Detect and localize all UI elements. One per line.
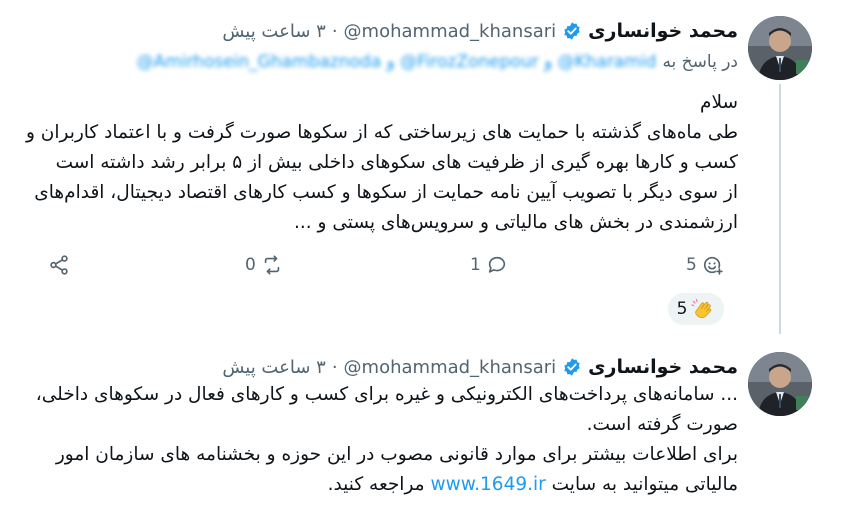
comment-icon <box>488 256 505 273</box>
separator-dot: · <box>331 356 338 378</box>
clapping-hands-icon <box>691 298 712 319</box>
tweet-line: ... سامانه‌های پرداخت‌های الکترونیکی و غ… <box>35 384 738 405</box>
separator-dot: · <box>331 20 338 42</box>
author-avatar[interactable] <box>748 352 812 416</box>
tweet-line: طی ماه‌های گذشته با حمایت های زیرساختی ک… <box>25 122 738 143</box>
tweet-1[interactable]: محمد خوانساری @mohammad_khansari · ۳ ساع… <box>0 0 848 340</box>
repost-button[interactable]: 0 <box>245 254 283 276</box>
author-avatar[interactable] <box>748 16 812 80</box>
author-name[interactable]: محمد خوانساری <box>588 356 738 378</box>
tweet-line: صورت گرفته است. <box>586 414 738 435</box>
tweet-body: ... سامانه‌های پرداخت‌های الکترونیکی و غ… <box>36 380 738 500</box>
tweet-line: برای اطلاعات بیشتر برای موارد قانونی مصو… <box>55 444 738 465</box>
tweet-header: محمد خوانساری @mohammad_khansari · ۳ ساع… <box>222 20 738 42</box>
author-handle[interactable]: @mohammad_khansari <box>344 357 557 378</box>
tweet-time[interactable]: ۳ ساعت پیش <box>222 21 326 42</box>
react-button[interactable]: 5 <box>686 254 724 276</box>
verified-badge-icon <box>564 358 580 376</box>
tweet-line: ارزشمندی در بخش های مالیاتی و سرویس‌های … <box>293 212 738 233</box>
reply-to-prefix: در پاسخ به <box>662 52 738 72</box>
reply-to-line: در پاسخ به @Amirhosein_Ghambaznoda و @Fi… <box>137 52 738 72</box>
reply-button[interactable]: 1 <box>470 254 508 276</box>
avatar-photo <box>748 352 812 416</box>
add-reaction-icon <box>703 256 723 276</box>
author-name[interactable]: محمد خوانساری <box>588 20 738 42</box>
line-prefix: مالیاتی میتوانید به سایت <box>551 474 738 495</box>
repost-icon <box>264 255 280 275</box>
react-count: 5 <box>686 255 697 275</box>
share-icon <box>50 255 68 275</box>
author-handle[interactable]: @mohammad_khansari <box>344 21 557 42</box>
website-link[interactable]: www.1649.ir <box>430 474 545 495</box>
share-button[interactable] <box>48 254 70 276</box>
line-suffix: مراجعه کنید. <box>327 474 425 495</box>
action-bar: 0 1 5 <box>40 252 730 280</box>
tweet-time[interactable]: ۳ ساعت پیش <box>222 357 326 378</box>
tweet-header: محمد خوانساری @mohammad_khansari · ۳ ساع… <box>222 356 738 378</box>
verified-badge-icon <box>564 22 580 40</box>
tweet-2[interactable]: محمد خوانساری @mohammad_khansari · ۳ ساع… <box>0 340 848 524</box>
tweet-line: کسب و کارها بهره گیری از ظرفیت های سکوها… <box>55 152 738 173</box>
tweet-line: سلام <box>700 92 738 113</box>
tweet-body: سلام طی ماه‌های گذشته با حمایت های زیرسا… <box>26 88 738 238</box>
tweet-line: از سوی دیگر با تصویب آیین نامه حمایت از … <box>34 182 738 203</box>
reaction-chip[interactable]: 5 <box>668 293 724 325</box>
avatar-photo <box>748 16 812 80</box>
reaction-count: 5 <box>676 299 688 319</box>
reply-to-mentions[interactable]: @Amirhosein_Ghambaznoda و @FirozZonepour… <box>137 52 657 72</box>
thread-line <box>779 84 781 334</box>
tweet-line-last: مالیاتی میتوانید به سایت www.1649.ir مرا… <box>36 470 738 500</box>
repost-count: 0 <box>245 255 256 275</box>
reply-count: 1 <box>470 255 481 275</box>
